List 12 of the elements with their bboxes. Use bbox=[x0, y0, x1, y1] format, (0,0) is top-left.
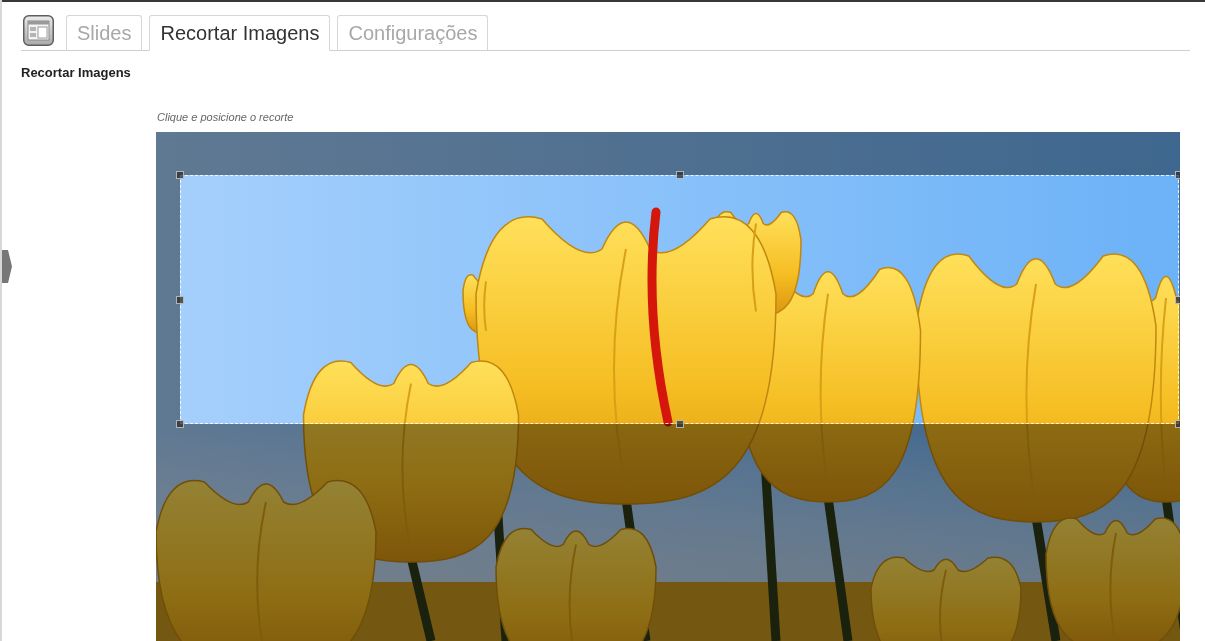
crop-handle[interactable] bbox=[676, 171, 684, 179]
tab[interactable]: Configurações bbox=[337, 15, 489, 50]
crop-handle[interactable] bbox=[176, 171, 184, 179]
right-arrow-icon[interactable] bbox=[2, 250, 12, 283]
tab[interactable]: Slides bbox=[66, 15, 143, 50]
section-title: Recortar Imagens bbox=[21, 65, 131, 81]
crop-handle[interactable] bbox=[676, 420, 684, 428]
tab[interactable]: Recortar Imagens bbox=[149, 15, 331, 51]
crop-handle[interactable] bbox=[176, 296, 184, 304]
crop-handle[interactable] bbox=[176, 420, 184, 428]
layout-icon bbox=[23, 15, 54, 46]
crop-hint: Clique e posicione o recorte bbox=[157, 110, 294, 124]
